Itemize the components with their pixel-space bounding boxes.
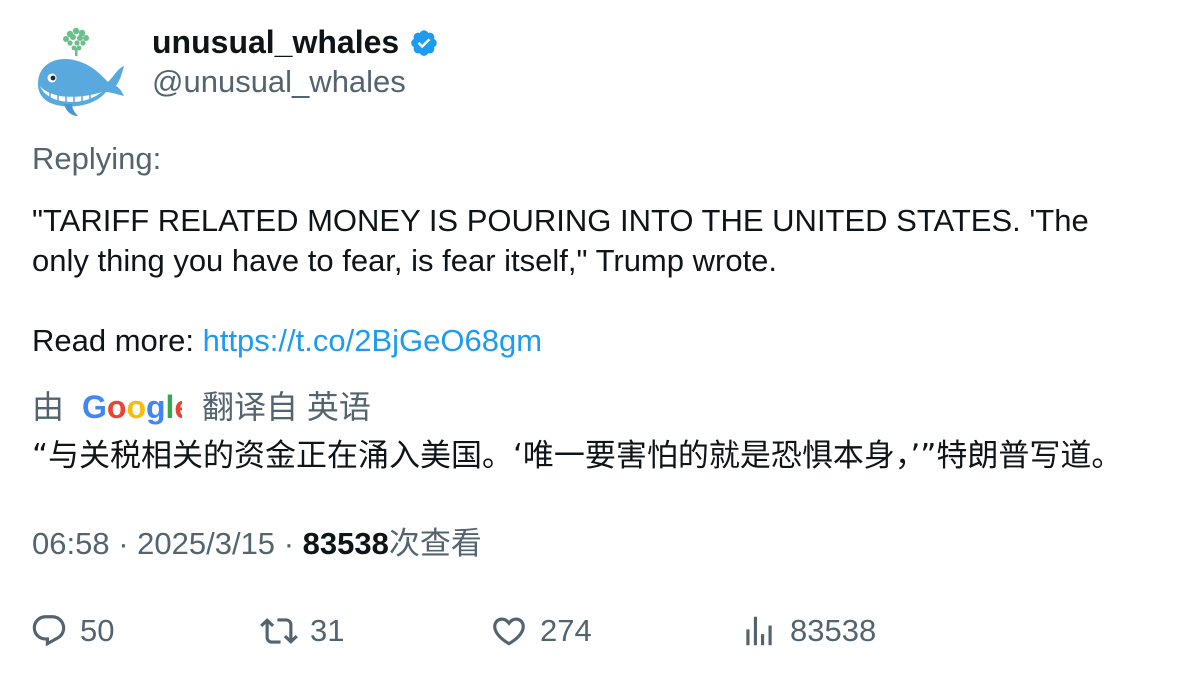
views-label: 次查看 bbox=[388, 526, 482, 561]
tweet-meta: 06:58 · 2025/3/15 · 83538次查看 bbox=[32, 524, 482, 564]
translated-from-label[interactable]: 翻译自 英语 bbox=[202, 385, 371, 429]
retweet-count: 31 bbox=[310, 613, 345, 648]
reply-icon bbox=[32, 615, 66, 647]
tweet-date[interactable]: 2025/3/15 bbox=[137, 526, 275, 561]
display-name-text: unusual_whales bbox=[152, 24, 400, 60]
tweet-link[interactable]: https://t.co/2BjGeO68gm bbox=[203, 323, 542, 358]
views-button[interactable]: 83538 bbox=[740, 611, 876, 651]
like-count: 274 bbox=[540, 613, 592, 648]
verified-badge-icon bbox=[411, 30, 437, 56]
views-chart-icon bbox=[746, 616, 772, 646]
google-logo-text: Google bbox=[82, 389, 182, 425]
like-button[interactable]: 274 bbox=[490, 611, 592, 651]
display-name[interactable]: unusual_whales bbox=[152, 22, 439, 62]
tweet-text: "TARIFF RELATED MONEY IS POURING INTO TH… bbox=[32, 201, 1152, 361]
tweet-time[interactable]: 06:58 bbox=[32, 526, 110, 561]
translation-attribution: 由 Google 翻译自 英语 bbox=[32, 385, 371, 429]
avatar[interactable] bbox=[30, 22, 126, 118]
meta-separator: · bbox=[283, 526, 303, 561]
tweet-read-more: Read more: https://t.co/2BjGeO68gm bbox=[32, 321, 1152, 361]
whale-avatar-icon bbox=[38, 27, 124, 116]
reply-button[interactable]: 50 bbox=[30, 611, 114, 651]
reply-count: 50 bbox=[80, 613, 115, 648]
google-logo-icon: Google bbox=[82, 389, 182, 425]
retweet-icon bbox=[260, 618, 298, 644]
translated-by-label: 由 bbox=[32, 389, 65, 425]
views-action-count: 83538 bbox=[790, 613, 877, 648]
user-handle[interactable]: @unusual_whales bbox=[152, 62, 406, 102]
tweet-main-text: "TARIFF RELATED MONEY IS POURING INTO TH… bbox=[32, 203, 1089, 278]
meta-separator: · bbox=[118, 526, 138, 561]
translated-text: “与关税相关的资金正在涌入美国。‘唯一要害怕的就是恐惧本身，’”特朗普写道。 bbox=[32, 438, 1123, 474]
views-count: 83538 bbox=[302, 526, 389, 561]
replying-label: Replying: bbox=[32, 141, 162, 176]
read-more-label: Read more: bbox=[32, 323, 194, 358]
heart-icon bbox=[493, 617, 525, 646]
retweet-button[interactable]: 31 bbox=[260, 611, 344, 651]
